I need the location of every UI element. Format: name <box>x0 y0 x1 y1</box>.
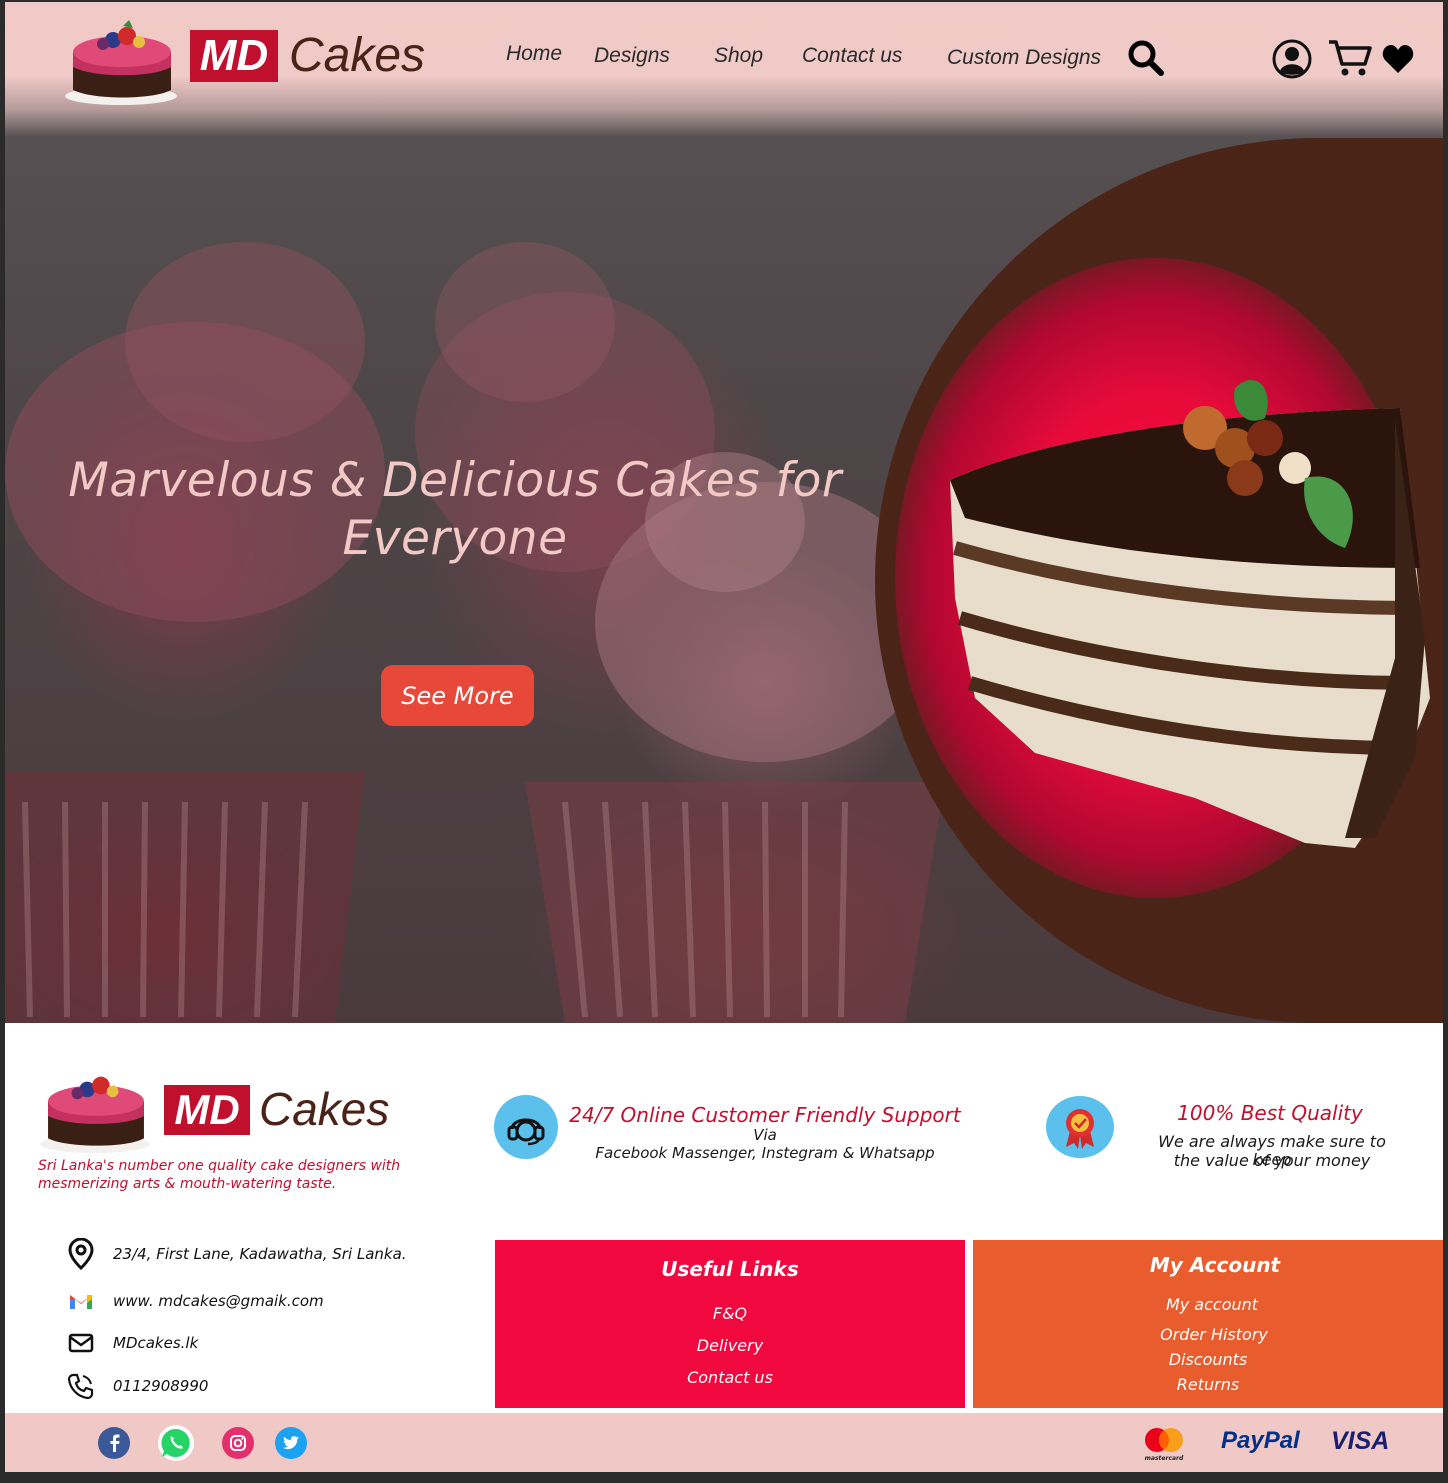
paypal-text: PayPal <box>1221 1427 1300 1454</box>
link-discounts[interactable]: Discounts <box>973 1350 1443 1369</box>
link-my-account[interactable]: My account <box>977 1295 1443 1314</box>
my-account-panel: My Account My account Order History Disc… <box>973 1240 1443 1408</box>
support-line1: Via <box>753 1126 777 1144</box>
search-icon[interactable] <box>1127 39 1165 77</box>
site-header: MD Cakes Home Designs Shop Contact us Cu… <box>5 2 1443 137</box>
my-account-title: My Account <box>1149 1253 1281 1277</box>
mastercard-icon: mastercard <box>1145 1428 1184 1462</box>
contact-address: 23/4, First Lane, Kadawatha, Sri Lanka. <box>65 1238 407 1270</box>
instagram-icon[interactable] <box>222 1427 254 1459</box>
nav-contact-us[interactable]: Contact us <box>802 44 902 68</box>
facebook-icon[interactable] <box>98 1427 130 1459</box>
link-faq[interactable]: F&Q <box>495 1304 965 1323</box>
hero-headline-line1: Marvelous & Delicious Cakes for <box>68 453 842 508</box>
svg-text:mastercard: mastercard <box>1145 1455 1184 1462</box>
link-returns[interactable]: Returns <box>973 1375 1443 1394</box>
support-line2: Facebook Massenger, Instegram & Whatsapp <box>595 1144 935 1162</box>
footer-logo-cake-image <box>40 1076 150 1154</box>
link-contact-us[interactable]: Contact us <box>495 1368 965 1387</box>
nav-custom-designs[interactable]: Custom Designs <box>947 46 1101 70</box>
link-order-history[interactable]: Order History <box>979 1325 1443 1344</box>
contact-phone-text[interactable]: 0112908990 <box>113 1377 208 1395</box>
featured-cake-panel <box>875 138 1443 1023</box>
quality-badge-icon <box>1046 1096 1114 1158</box>
location-pin-icon <box>68 1238 94 1270</box>
cart-icon[interactable] <box>1327 38 1373 78</box>
whatsapp-icon[interactable] <box>158 1425 194 1461</box>
envelope-icon <box>68 1333 94 1353</box>
twitter-icon[interactable] <box>275 1427 307 1459</box>
gmail-icon <box>70 1295 92 1309</box>
brand-cakes-word: Cakes <box>289 29 426 82</box>
useful-links-title: Useful Links <box>661 1257 799 1281</box>
contact-email-text[interactable]: www. mdcakes@gmaik.com <box>113 1292 324 1310</box>
link-delivery[interactable]: Delivery <box>495 1336 965 1355</box>
footer-brand-md-badge: MD <box>164 1085 250 1135</box>
hero-headline: Marvelous & Delicious Cakes for Everyone <box>65 452 845 568</box>
contact-website-text[interactable]: MDcakes.lk <box>113 1334 198 1352</box>
quality-title: 100% Best Quality <box>1177 1101 1363 1125</box>
user-icon[interactable] <box>1271 38 1313 80</box>
visa-logo: VISA <box>1331 1427 1390 1455</box>
phone-icon <box>67 1373 94 1400</box>
contact-phone[interactable]: 0112908990 <box>65 1370 208 1402</box>
contact-website[interactable]: MDcakes.lk <box>65 1327 198 1359</box>
see-more-button[interactable]: See More <box>381 665 534 726</box>
footer-tagline: Sri Lanka's number one quality cake desi… <box>38 1158 401 1192</box>
hero-headline-line2: Everyone <box>342 511 568 566</box>
nav-home[interactable]: Home <box>506 42 562 66</box>
heart-icon[interactable] <box>1382 44 1414 74</box>
footer-brand-cakes-word: Cakes <box>259 1083 390 1135</box>
contact-address-text: 23/4, First Lane, Kadawatha, Sri Lanka. <box>113 1245 407 1263</box>
brand-md-badge: MD <box>190 30 278 82</box>
quality-line2: the value of your money <box>1173 1151 1371 1170</box>
support-title: 24/7 Online Customer Friendly Support <box>569 1103 961 1127</box>
paypal-logo: PayPal <box>1221 1427 1300 1455</box>
page-frame: MD Cakes Home Designs Shop Contact us Cu… <box>5 2 1443 1472</box>
useful-links-panel: Useful Links F&Q Delivery Contact us <box>495 1240 965 1408</box>
nav-designs[interactable]: Designs <box>594 44 670 68</box>
logo-cake-image[interactable] <box>63 12 181 106</box>
cake-slice-image <box>950 379 1430 848</box>
contact-email[interactable]: www. mdcakes@gmaik.com <box>65 1285 324 1317</box>
support-icon <box>494 1095 558 1159</box>
nav-shop[interactable]: Shop <box>714 44 763 68</box>
